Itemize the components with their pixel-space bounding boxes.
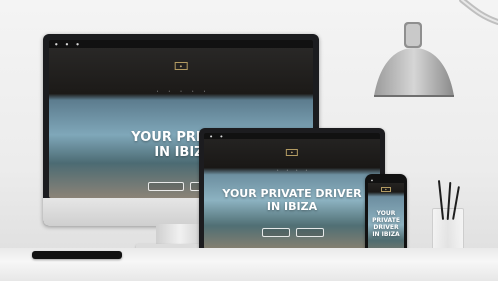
laptop-hero-line1: YOUR PRIVATE DRIVER — [222, 187, 362, 200]
monitor-stand-neck — [156, 224, 204, 246]
workspace-scene: ● ● ● ◆ • • • • • YOUR PRIVATE IN IBIZA — [0, 0, 498, 281]
laptop-hero-line2: IN IBIZA — [266, 200, 318, 213]
nav-dot: • — [168, 89, 171, 93]
phone-hero-line: IN IBIZA — [372, 231, 400, 238]
phone-hero-line: YOUR — [376, 210, 396, 217]
topbar-dot: ● — [65, 42, 69, 46]
phone-screen: ● ◆ YOUR PRIVATE DRIVER IN IBIZA — [368, 178, 404, 256]
phone-hero-title: YOUR PRIVATE DRIVER IN IBIZA — [368, 210, 404, 238]
phone-site-topbar: ● — [368, 178, 404, 183]
desk-phone — [32, 251, 122, 259]
nav-dot: • — [191, 89, 194, 93]
site-nav: • • • • • — [49, 89, 313, 93]
laptop-hero-button-left — [262, 228, 290, 237]
phone-hero-line: PRIVATE — [372, 217, 400, 224]
phone-site-logo: ◆ — [381, 187, 391, 192]
laptop-hero-title: YOUR PRIVATE DRIVER IN IBIZA — [212, 187, 372, 213]
site-topbar: ● ● ● — [49, 40, 313, 48]
topbar-dot: ● — [55, 42, 58, 46]
topbar-dot: ● — [371, 179, 373, 182]
nav-dot: • — [296, 169, 298, 172]
laptop-screen: ● ● ◆ • • • • YOUR PRIVATE DRIVER IN IBI… — [204, 133, 380, 249]
nav-dot: • — [305, 169, 308, 172]
laptop-hero-button-right — [296, 228, 324, 237]
desk-lamp-shade — [374, 22, 454, 97]
nav-dot: • — [203, 89, 206, 93]
laptop-site-topbar: ● ● — [204, 133, 380, 139]
nav-dot: • — [180, 89, 182, 93]
monitor-hero-button-left — [148, 182, 184, 191]
phone-hero-line: DRIVER — [373, 224, 399, 231]
topbar-dot: ● — [76, 42, 79, 46]
site-logo: ◆ — [174, 62, 188, 70]
laptop-site-logo: ◆ — [285, 149, 299, 156]
laptop-site-nav: • • • • — [204, 169, 380, 172]
topbar-dot: ● — [220, 134, 223, 138]
laptop: ● ● ◆ • • • • YOUR PRIVATE DRIVER IN IBI… — [199, 128, 385, 254]
nav-dot: • — [286, 169, 288, 172]
topbar-dot: ● — [210, 134, 213, 138]
nav-dot: • — [276, 169, 279, 172]
nav-dot: • — [156, 89, 159, 93]
